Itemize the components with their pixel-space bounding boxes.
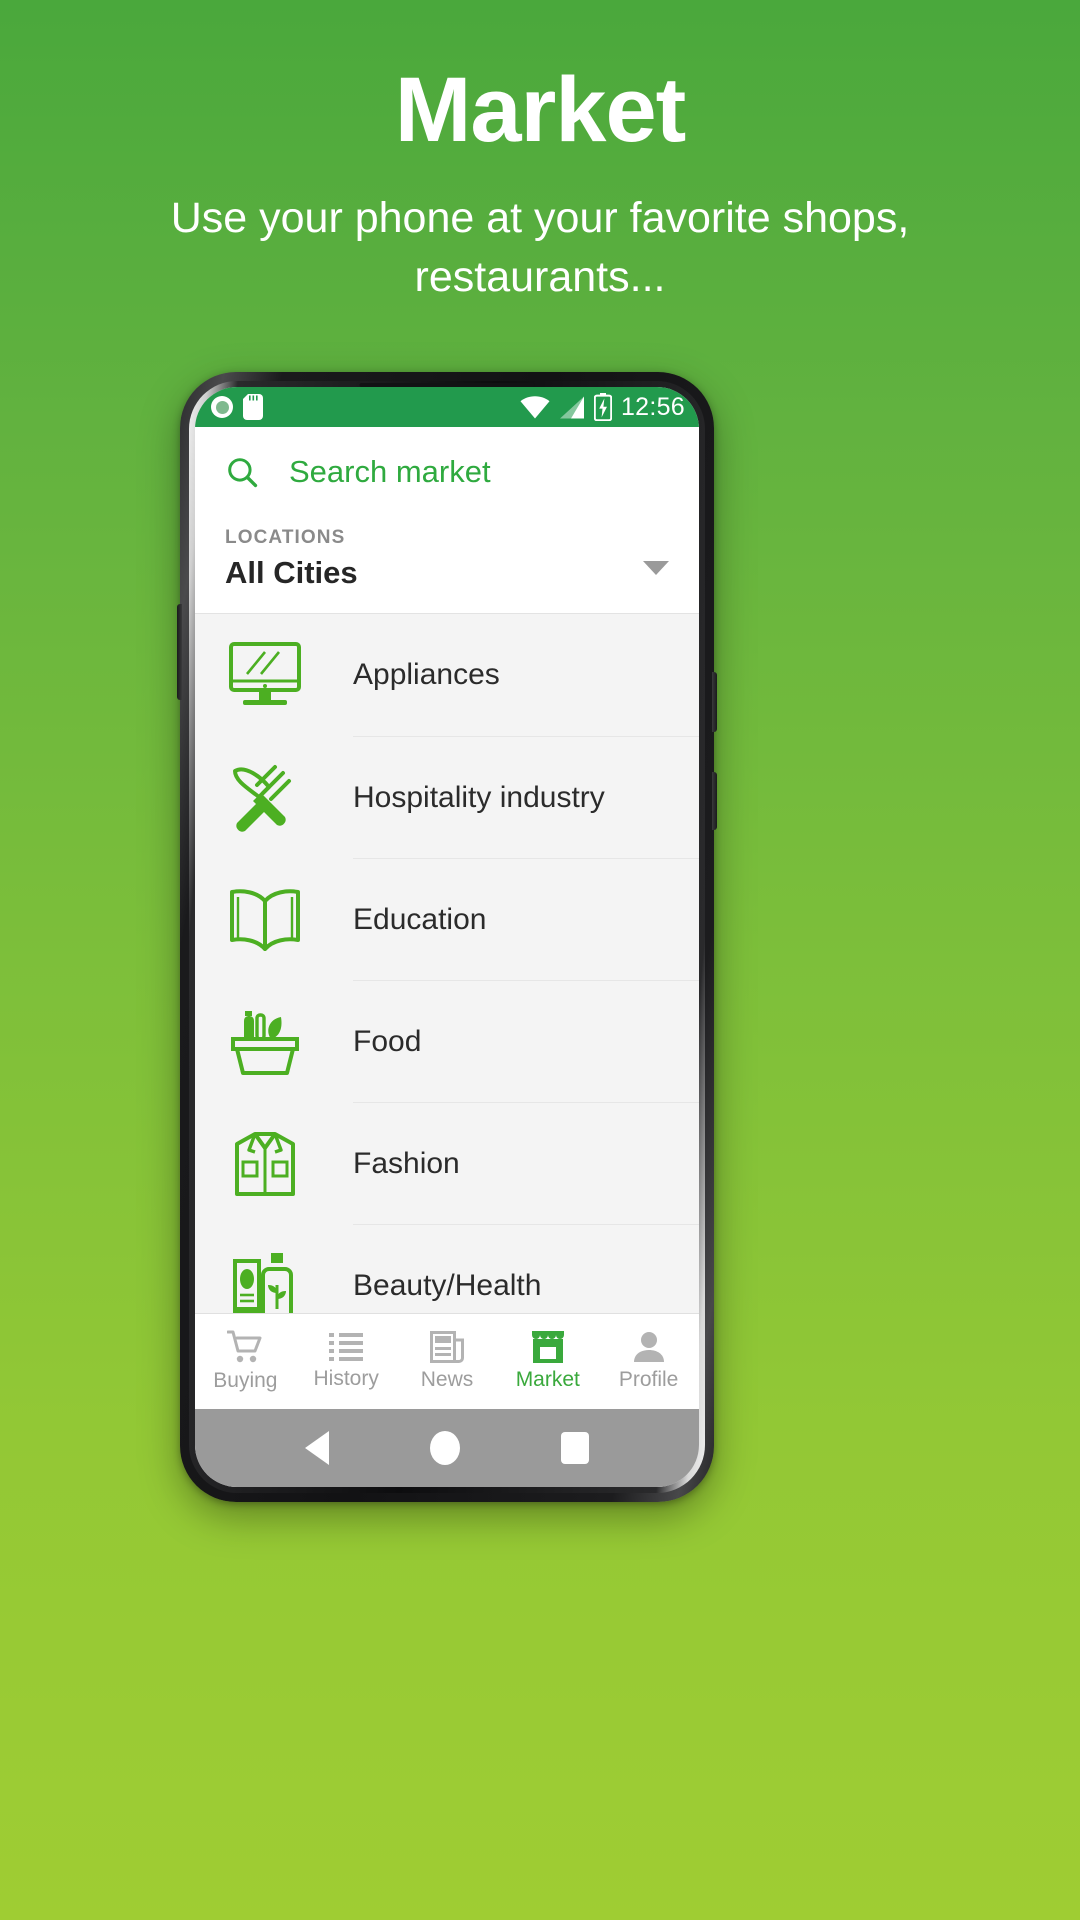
tab-label: Market — [515, 1368, 580, 1391]
back-triangle-icon[interactable] — [305, 1431, 330, 1465]
list-item[interactable]: Fashion — [195, 1102, 699, 1224]
person-icon — [633, 1332, 664, 1362]
recents-square-icon[interactable] — [560, 1432, 589, 1464]
list-item-label: Education — [353, 858, 699, 980]
tab-news[interactable]: News — [397, 1314, 498, 1409]
tab-profile[interactable]: Profile — [598, 1314, 699, 1409]
home-circle-icon[interactable] — [429, 1431, 460, 1465]
phone-device-frame: 12:56 Search market LOCATIONS All Cities — [177, 372, 717, 1502]
cosmetics-icon — [217, 1247, 313, 1313]
list-item[interactable]: Appliances — [195, 614, 699, 736]
search-icon — [228, 458, 258, 488]
power-button[interactable] — [712, 672, 717, 732]
list-item-label: Hospitality industry — [353, 736, 699, 858]
monitor-icon — [217, 640, 313, 710]
list-item[interactable]: Food — [195, 980, 699, 1102]
side-button[interactable] — [712, 772, 717, 830]
tab-history[interactable]: History — [296, 1314, 397, 1409]
shopping-cart-icon — [227, 1330, 262, 1363]
newspaper-icon — [429, 1331, 464, 1363]
tab-label: News — [420, 1368, 474, 1391]
list-item-label: Fashion — [353, 1102, 699, 1224]
status-bar: 12:56 — [195, 387, 699, 427]
status-bar-clock: 12:56 — [620, 392, 685, 421]
tab-buying[interactable]: Buying — [195, 1314, 296, 1409]
locations-value: All Cities — [225, 555, 358, 590]
page-title: Market — [394, 59, 687, 161]
list-item-label: Food — [353, 980, 699, 1102]
search-input[interactable]: Search market — [289, 454, 491, 490]
android-nav-bar — [195, 1409, 699, 1487]
promo-header: Market Use your phone at your favorite s… — [0, 0, 1080, 307]
list-item-label: Appliances — [353, 658, 500, 691]
list-item[interactable]: Hospitality industry — [195, 736, 699, 858]
chevron-down-icon[interactable] — [643, 561, 669, 581]
wifi-icon — [520, 395, 550, 418]
search-bar[interactable]: Search market — [195, 427, 699, 517]
locations-label: LOCATIONS — [225, 527, 346, 548]
locations-selector[interactable]: LOCATIONS All Cities — [195, 517, 699, 614]
phone-screen: 12:56 Search market LOCATIONS All Cities — [195, 387, 699, 1487]
tab-market[interactable]: Market — [497, 1314, 598, 1409]
battery-charging-icon — [593, 393, 612, 421]
list-icon — [329, 1333, 364, 1361]
bottom-tab-bar: Buying History News Market Profile — [195, 1313, 699, 1409]
open-book-icon — [217, 887, 313, 951]
list-item[interactable]: Education — [195, 858, 699, 980]
sd-card-icon — [243, 394, 263, 420]
camera-punchhole-icon — [211, 396, 233, 418]
tab-label: Buying — [213, 1369, 278, 1392]
volume-button[interactable] — [177, 604, 182, 700]
list-item[interactable]: Beauty/Health — [195, 1224, 699, 1313]
promo-subtitle: Use your phone at your favorite shops, r… — [170, 193, 910, 301]
tab-label: History — [313, 1367, 379, 1390]
shirt-icon — [217, 1128, 313, 1198]
category-list[interactable]: Appliances Hospitality industry Educatio… — [195, 614, 699, 1313]
cellular-signal-icon — [559, 396, 584, 418]
storefront-icon — [531, 1331, 564, 1363]
tab-label: Profile — [618, 1368, 679, 1391]
earpiece-speaker — [359, 383, 535, 387]
grocery-basket-icon — [217, 1003, 313, 1079]
fork-knife-icon — [217, 759, 313, 835]
list-item-label: Beauty/Health — [353, 1224, 699, 1313]
